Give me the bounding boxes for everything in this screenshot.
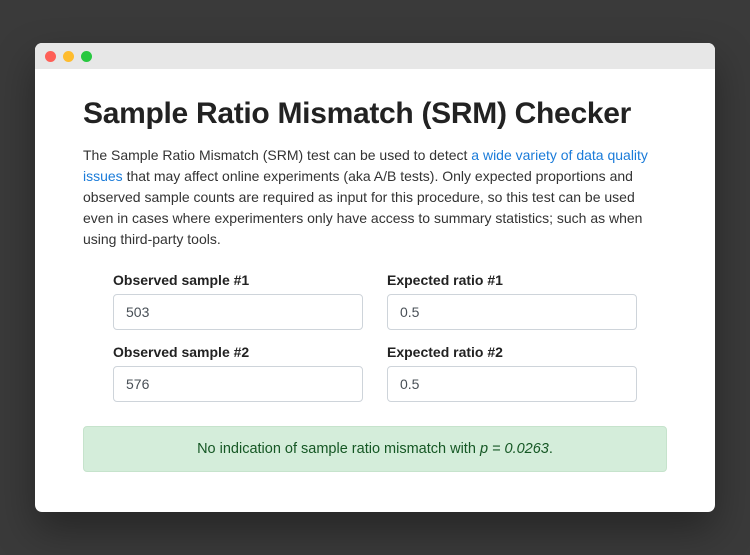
- observed-sample-1-input[interactable]: [113, 294, 363, 330]
- result-banner: No indication of sample ratio mismatch w…: [83, 426, 667, 472]
- expected-ratio-1-label: Expected ratio #1: [387, 272, 637, 288]
- observed-sample-1-label: Observed sample #1: [113, 272, 363, 288]
- window-titlebar: [35, 43, 715, 69]
- observed-sample-2-label: Observed sample #2: [113, 344, 363, 360]
- app-window: Sample Ratio Mismatch (SRM) Checker The …: [35, 43, 715, 512]
- maximize-icon[interactable]: [81, 51, 92, 62]
- expected-ratio-1-field: Expected ratio #1: [387, 272, 637, 330]
- result-suffix: .: [549, 441, 553, 457]
- close-icon[interactable]: [45, 51, 56, 62]
- intro-paragraph: The Sample Ratio Mismatch (SRM) test can…: [83, 145, 667, 250]
- page-content: Sample Ratio Mismatch (SRM) Checker The …: [35, 69, 715, 512]
- expected-ratio-1-input[interactable]: [387, 294, 637, 330]
- expected-ratio-2-field: Expected ratio #2: [387, 344, 637, 402]
- result-p-value: p = 0.0263: [480, 441, 549, 457]
- observed-sample-2-input[interactable]: [113, 366, 363, 402]
- expected-ratio-2-input[interactable]: [387, 366, 637, 402]
- result-prefix: No indication of sample ratio mismatch w…: [197, 441, 480, 457]
- input-grid: Observed sample #1 Expected ratio #1 Obs…: [83, 272, 667, 402]
- observed-sample-1-field: Observed sample #1: [113, 272, 363, 330]
- expected-ratio-2-label: Expected ratio #2: [387, 344, 637, 360]
- intro-text-suffix: that may affect online experiments (aka …: [83, 168, 642, 247]
- observed-sample-2-field: Observed sample #2: [113, 344, 363, 402]
- minimize-icon[interactable]: [63, 51, 74, 62]
- intro-text-prefix: The Sample Ratio Mismatch (SRM) test can…: [83, 147, 471, 163]
- page-title: Sample Ratio Mismatch (SRM) Checker: [83, 97, 667, 131]
